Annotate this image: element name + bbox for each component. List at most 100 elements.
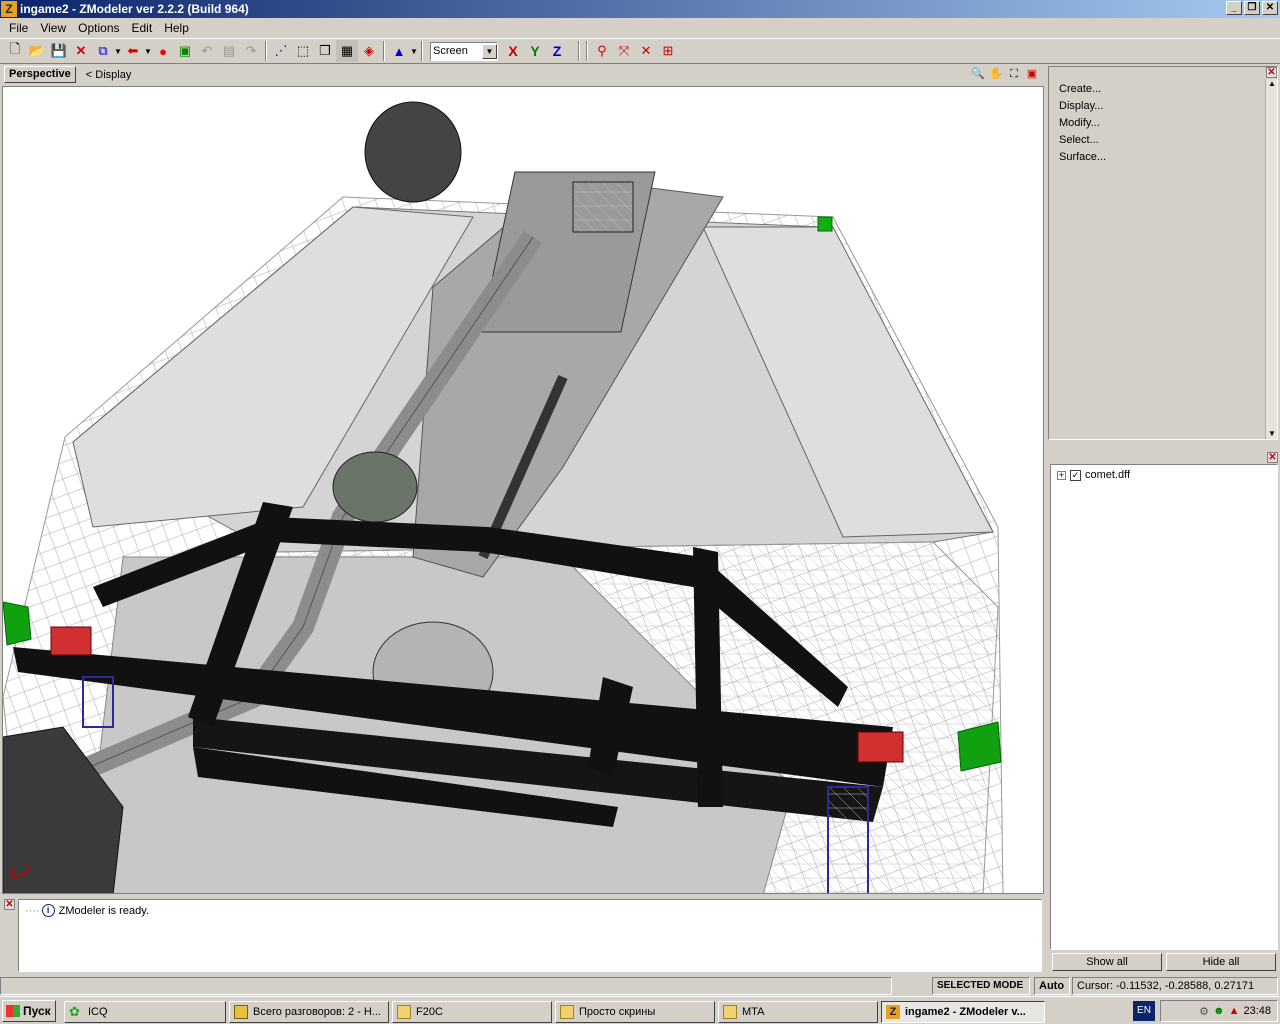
axis-z-button[interactable]: Z: [546, 40, 568, 62]
hide-all-button[interactable]: Hide all: [1166, 953, 1276, 971]
command-display[interactable]: Display...: [1049, 98, 1106, 115]
show-all-button[interactable]: Show all: [1052, 953, 1162, 971]
clipboard-icon[interactable]: ▤: [218, 40, 240, 62]
log-entry: ···· i ZModeler is ready.: [19, 900, 1041, 921]
title-bar: Z ingame2 - ZModeler ver 2.2.2 (Build 96…: [0, 0, 1280, 18]
zoom-icon[interactable]: 🔍: [970, 66, 986, 82]
vertex-mode-icon[interactable]: ⋰: [270, 40, 292, 62]
face-mode-icon[interactable]: ⬚: [292, 40, 314, 62]
svg-text:z: z: [25, 863, 30, 873]
axis-gizmo-icon[interactable]: ⤧: [613, 40, 635, 62]
save-icon[interactable]: 💾: [48, 40, 70, 62]
undo-icon[interactable]: ↶: [196, 40, 218, 62]
scroll-up-icon[interactable]: ▲: [1267, 79, 1277, 89]
tray-network-icon[interactable]: ⚙: [1199, 1005, 1209, 1018]
redo-icon[interactable]: ↷: [240, 40, 262, 62]
folder-icon: [560, 1005, 574, 1019]
viewport-tools: 🔍 ✋ ⛶ ▣: [970, 66, 1040, 82]
icq-icon: ✿: [69, 1004, 80, 1019]
pointer-icon[interactable]: ▲: [388, 40, 410, 62]
viewport-3d[interactable]: z: [2, 86, 1044, 894]
tree-close-icon[interactable]: ✕: [1267, 452, 1278, 463]
main-toolbar: 🗋 📂 💾 ✕ ⧉ ▼ ⬅ ▼ ● ▣ ↶ ▤ ↷ ⋰ ⬚ ❒ ▦ ◈ ▲ ▼ …: [0, 38, 1280, 64]
magnet-icon[interactable]: ⚲: [591, 40, 613, 62]
object-mode-icon[interactable]: ❒: [314, 40, 336, 62]
scale-gizmo-icon[interactable]: ⊞: [657, 40, 679, 62]
command-modify[interactable]: Modify...: [1049, 115, 1106, 132]
snapshot-icon[interactable]: ▣: [174, 40, 196, 62]
delete-icon[interactable]: ✕: [70, 40, 92, 62]
tray-antivirus-icon[interactable]: ☻: [1213, 1005, 1225, 1017]
close-button[interactable]: ✕: [1262, 1, 1278, 15]
export-dropdown-icon[interactable]: ▼: [144, 40, 152, 62]
taskbar: Пуск ✿ ICQ Всего разговоров: 2 - Н... F2…: [0, 996, 1280, 1024]
language-indicator[interactable]: EN: [1133, 1001, 1155, 1021]
windows-flag-icon: [6, 1004, 20, 1017]
command-create[interactable]: Create...: [1049, 81, 1106, 98]
command-panel-close-icon[interactable]: ✕: [1266, 67, 1277, 78]
menu-help[interactable]: Help: [158, 21, 195, 35]
object-tree: + ✓ comet.dff: [1050, 464, 1278, 950]
tree-expand-icon[interactable]: +: [1057, 470, 1066, 480]
pan-hand-icon[interactable]: ✋: [988, 66, 1004, 82]
import-dropdown-icon[interactable]: ▼: [114, 40, 122, 62]
task-label: ICQ: [88, 1006, 108, 1018]
cube-icon[interactable]: ◈: [358, 40, 380, 62]
console-panel: ✕ ···· i ZModeler is ready.: [2, 897, 1044, 974]
task-label: ingame2 - ZModeler v...: [905, 1006, 1026, 1018]
status-auto[interactable]: Auto: [1034, 977, 1070, 995]
command-panel: ✕ Create... Display... Modify... Select.…: [1048, 66, 1278, 440]
box-select-icon[interactable]: ▦: [336, 40, 358, 62]
import-icon[interactable]: ⧉: [92, 40, 114, 62]
maximize-viewport-icon[interactable]: ▣: [1024, 66, 1040, 82]
task-screens[interactable]: Просто скрины: [555, 1001, 715, 1023]
menu-view[interactable]: View: [34, 21, 72, 35]
axis-y-button[interactable]: Y: [524, 40, 546, 62]
car-model-render: z: [3, 101, 1004, 893]
info-icon: i: [41, 904, 55, 917]
maximize-button[interactable]: ❐: [1244, 1, 1260, 15]
record-icon[interactable]: ●: [152, 40, 174, 62]
tray-shield-icon[interactable]: ▲: [1229, 1005, 1240, 1017]
task-f20c[interactable]: F20C: [392, 1001, 552, 1023]
tree-visibility-checkbox[interactable]: ✓: [1070, 469, 1081, 481]
menu-bar: File View Options Edit Help: [0, 18, 1280, 38]
export-icon[interactable]: ⬅: [122, 40, 144, 62]
menu-edit[interactable]: Edit: [126, 21, 159, 35]
combo-arrow-icon[interactable]: ▼: [482, 43, 497, 59]
minimize-button[interactable]: _: [1226, 1, 1242, 15]
status-mode: SELECTED MODE: [932, 977, 1030, 995]
command-panel-scrollbar[interactable]: ▲ ▼: [1265, 79, 1277, 439]
command-surface[interactable]: Surface...: [1049, 149, 1106, 166]
task-label: Просто скрины: [579, 1006, 656, 1018]
console-close-icon[interactable]: ✕: [4, 899, 15, 910]
task-icq[interactable]: ✿ ICQ: [64, 1001, 226, 1023]
toolbar-separator: [421, 41, 423, 61]
menu-file[interactable]: File: [3, 21, 34, 35]
new-file-icon[interactable]: 🗋: [4, 40, 26, 62]
tree-item-root[interactable]: + ✓ comet.dff: [1051, 465, 1277, 485]
clock: 23:48: [1243, 1005, 1271, 1017]
open-folder-icon[interactable]: 📂: [26, 40, 48, 62]
zmodeler-app-icon[interactable]: Z: [1, 1, 17, 17]
task-zmodeler[interactable]: Z ingame2 - ZModeler v...: [881, 1001, 1045, 1023]
scroll-down-icon[interactable]: ▼: [1267, 429, 1277, 439]
rotate-gizmo-icon[interactable]: ✕: [635, 40, 657, 62]
task-chat[interactable]: Всего разговоров: 2 - Н...: [229, 1001, 389, 1023]
menu-options[interactable]: Options: [72, 21, 125, 35]
zmodeler-icon: Z: [886, 1005, 900, 1019]
console-log[interactable]: ···· i ZModeler is ready.: [18, 899, 1042, 972]
viewport-display-toggle[interactable]: < Display: [86, 69, 132, 81]
start-button[interactable]: Пуск: [2, 999, 56, 1022]
log-message: ZModeler is ready.: [58, 904, 149, 917]
status-bar: SELECTED MODE Auto Cursor: -0.11532, -0.…: [0, 977, 1280, 995]
fit-view-icon[interactable]: ⛶: [1006, 66, 1022, 82]
toolbar-separator: [586, 41, 588, 61]
command-select[interactable]: Select...: [1049, 132, 1106, 149]
coordinate-mode-select[interactable]: Screen ▼: [430, 41, 498, 61]
axis-x-button[interactable]: X: [502, 40, 524, 62]
viewport-tab-perspective[interactable]: Perspective: [4, 66, 76, 83]
toolbar-separator: [265, 41, 267, 61]
task-mta[interactable]: MTA: [718, 1001, 878, 1023]
pointer-dropdown-icon[interactable]: ▼: [410, 40, 418, 62]
